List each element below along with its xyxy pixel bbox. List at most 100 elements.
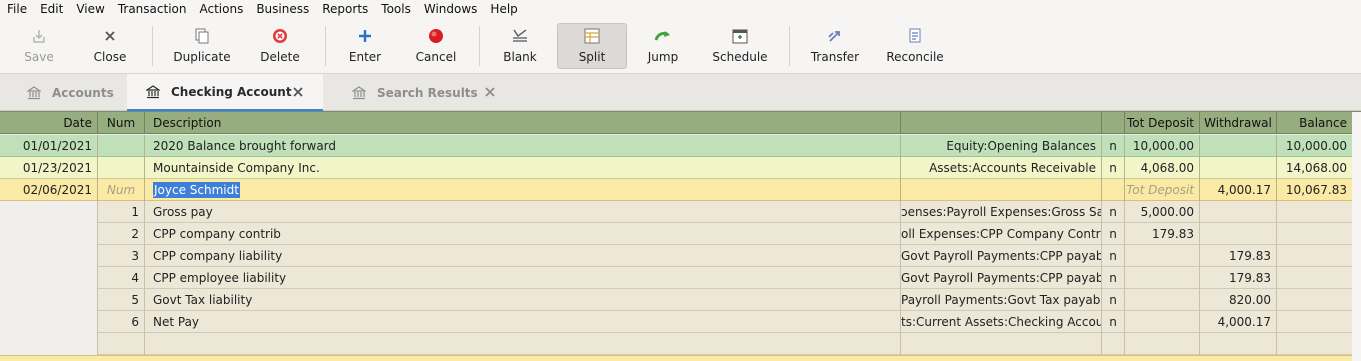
menu-windows[interactable]: Windows — [417, 0, 484, 18]
menu-file[interactable]: File — [0, 0, 33, 18]
split-action-cell[interactable] — [98, 333, 145, 355]
split-memo-cell[interactable]: Govt Tax liability — [145, 289, 901, 311]
split-reconcile-cell[interactable]: n — [1102, 223, 1125, 245]
header-date[interactable]: Date — [0, 112, 98, 134]
transaction-row-current[interactable]: 02/06/2021 Num Joyce Schmidt Tot Deposit… — [0, 179, 1352, 201]
deposit-cell[interactable]: Tot Deposit — [1125, 179, 1200, 201]
withdrawal-cell[interactable] — [1200, 135, 1277, 157]
split-account-cell[interactable]: Payroll Payments:Govt Tax payable — [901, 289, 1102, 311]
schedule-button[interactable]: Schedule — [710, 24, 770, 68]
delete-button[interactable]: Delete — [256, 24, 304, 68]
menu-business[interactable]: Business — [249, 0, 315, 18]
split-button[interactable]: Split — [557, 23, 627, 69]
header-transfer[interactable] — [901, 112, 1102, 134]
tab-accounts[interactable]: Accounts — [16, 74, 126, 111]
split-memo-cell[interactable]: Net Pay — [145, 311, 901, 333]
split-deposit-cell[interactable] — [1125, 267, 1200, 289]
split-deposit-cell[interactable]: 5,000.00 — [1125, 201, 1200, 223]
split-reconcile-cell[interactable]: n — [1102, 267, 1125, 289]
split-deposit-cell[interactable] — [1125, 289, 1200, 311]
date-cell[interactable]: 01/01/2021 — [0, 135, 98, 157]
menu-transaction[interactable]: Transaction — [111, 0, 193, 18]
split-withdrawal-cell[interactable]: 820.00 — [1200, 289, 1277, 311]
split-action-cell[interactable]: 2 — [98, 223, 145, 245]
menu-tools[interactable]: Tools — [374, 0, 417, 18]
split-reconcile-cell[interactable]: n — [1102, 311, 1125, 333]
header-deposit[interactable]: Tot Deposit — [1125, 112, 1200, 134]
menu-reports[interactable]: Reports — [315, 0, 374, 18]
split-row[interactable]: 3 CPP company liability Govt Payroll Pay… — [98, 245, 1352, 267]
transaction-row[interactable]: 01/23/2021 Mountainside Company Inc. Ass… — [0, 157, 1352, 179]
menu-help[interactable]: Help — [483, 0, 523, 18]
split-reconcile-cell[interactable] — [1102, 333, 1125, 355]
jump-button[interactable]: Jump — [644, 24, 682, 68]
deposit-cell[interactable]: 4,068.00 — [1125, 157, 1200, 179]
split-action-cell[interactable]: 6 — [98, 311, 145, 333]
split-account-cell[interactable]: Govt Payroll Payments:CPP payable — [901, 267, 1102, 289]
num-cell[interactable] — [98, 135, 145, 157]
split-row-blank[interactable] — [98, 333, 1352, 355]
split-memo-cell[interactable]: CPP employee liability — [145, 267, 901, 289]
num-cell[interactable] — [98, 157, 145, 179]
split-withdrawal-cell[interactable]: 4,000.17 — [1200, 311, 1277, 333]
split-account-cell[interactable]: Govt Payroll Payments:CPP payable — [901, 245, 1102, 267]
reconcile-button[interactable]: Reconcile — [886, 24, 944, 68]
split-reconcile-cell[interactable]: n — [1102, 289, 1125, 311]
date-cell[interactable]: 02/06/2021 — [0, 179, 98, 201]
split-memo-cell[interactable]: Gross pay — [145, 201, 901, 223]
split-row[interactable]: 5 Govt Tax liability Payroll Payments:Go… — [98, 289, 1352, 311]
split-memo-cell[interactable]: CPP company liability — [145, 245, 901, 267]
split-reconcile-cell[interactable]: n — [1102, 201, 1125, 223]
save-button[interactable]: Save — [14, 24, 64, 68]
split-account-cell[interactable]: oll Expenses:CPP Company Contrib — [901, 223, 1102, 245]
menu-view[interactable]: View — [69, 0, 110, 18]
transfer-cell[interactable] — [901, 179, 1102, 201]
transfer-button[interactable]: Transfer — [810, 24, 860, 68]
split-action-cell[interactable]: 4 — [98, 267, 145, 289]
duplicate-button[interactable]: Duplicate — [172, 24, 232, 68]
tab-checking-account[interactable]: Checking Account — [127, 74, 323, 111]
menu-actions[interactable]: Actions — [192, 0, 249, 18]
cancel-button[interactable]: Cancel — [414, 24, 458, 68]
withdrawal-cell[interactable]: 4,000.17 — [1200, 179, 1277, 201]
split-memo-cell[interactable] — [145, 333, 901, 355]
deposit-cell[interactable]: 10,000.00 — [1125, 135, 1200, 157]
header-reconcile[interactable] — [1102, 112, 1125, 134]
reconcile-cell[interactable] — [1102, 179, 1125, 201]
tab-search-results[interactable]: Search Results — [341, 74, 511, 111]
num-cell[interactable]: Num — [98, 179, 145, 201]
split-withdrawal-cell[interactable]: 179.83 — [1200, 245, 1277, 267]
reconcile-cell[interactable]: n — [1102, 157, 1125, 179]
description-cell[interactable]: 2020 Balance brought forward — [145, 135, 901, 157]
reconcile-cell[interactable]: n — [1102, 135, 1125, 157]
split-withdrawal-cell[interactable] — [1200, 201, 1277, 223]
menu-edit[interactable]: Edit — [33, 0, 69, 18]
split-account-cell[interactable]: ɔenses:Payroll Expenses:Gross Salary — [901, 201, 1102, 223]
split-row[interactable]: 1 Gross pay ɔenses:Payroll Expenses:Gros… — [98, 201, 1352, 223]
description-input-selected[interactable]: Joyce Schmidt — [153, 182, 240, 198]
next-transaction-row[interactable] — [0, 355, 1352, 361]
split-row[interactable]: 6 Net Pay ts:Current Assets:Checking Acc… — [98, 311, 1352, 333]
split-action-cell[interactable]: 5 — [98, 289, 145, 311]
header-balance[interactable]: Balance — [1277, 112, 1352, 134]
enter-button[interactable]: Enter — [344, 24, 386, 68]
split-memo-cell[interactable]: CPP company contrib — [145, 223, 901, 245]
header-description[interactable]: Description — [145, 112, 901, 134]
split-withdrawal-cell[interactable]: 179.83 — [1200, 267, 1277, 289]
split-account-cell[interactable]: ts:Current Assets:Checking Account — [901, 311, 1102, 333]
header-num[interactable]: Num — [98, 112, 145, 134]
split-action-cell[interactable]: 1 — [98, 201, 145, 223]
split-account-cell[interactable] — [901, 333, 1102, 355]
header-withdrawal[interactable]: Withdrawal — [1200, 112, 1277, 134]
close-tab-icon[interactable] — [484, 86, 498, 100]
split-deposit-cell[interactable] — [1125, 245, 1200, 267]
transfer-cell[interactable]: Equity:Opening Balances — [901, 135, 1102, 157]
transaction-row[interactable]: 01/01/2021 2020 Balance brought forward … — [0, 135, 1352, 157]
date-cell[interactable]: 01/23/2021 — [0, 157, 98, 179]
split-action-cell[interactable]: 3 — [98, 245, 145, 267]
vertical-scrollbar[interactable] — [1352, 112, 1361, 361]
blank-button[interactable]: Blank — [500, 24, 540, 68]
split-row[interactable]: 4 CPP employee liability Govt Payroll Pa… — [98, 267, 1352, 289]
split-row[interactable]: 2 CPP company contrib oll Expenses:CPP C… — [98, 223, 1352, 245]
description-cell[interactable]: Joyce Schmidt — [145, 179, 901, 201]
